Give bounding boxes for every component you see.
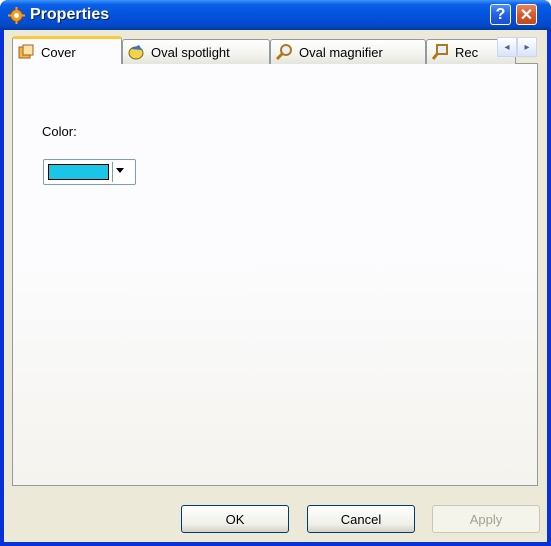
spotlight-icon: [128, 45, 144, 60]
help-icon: ?: [495, 5, 506, 23]
tab-cover[interactable]: Cover: [12, 36, 122, 64]
tab-scroll-buttons: ◂ ▸: [497, 37, 537, 57]
tab-label: Rec: [455, 44, 479, 60]
tab-strip: Cover Oval spotlight Oval magnifier Rec: [12, 36, 538, 64]
chevron-down-icon[interactable]: [116, 168, 124, 173]
window-title: Properties: [30, 6, 110, 23]
tab-panel-cover: [12, 63, 538, 486]
close-icon: ✕: [519, 6, 534, 24]
help-button[interactable]: ?: [490, 4, 511, 25]
rect-magnifier-icon: [431, 44, 448, 60]
gear-icon: [8, 7, 25, 24]
cancel-button[interactable]: Cancel: [307, 505, 415, 533]
color-picker-divider: [112, 162, 113, 182]
chevron-left-icon: ◂: [504, 41, 510, 53]
apply-button[interactable]: Apply: [432, 505, 540, 533]
tab-scroll-right-button[interactable]: ▸: [517, 37, 537, 57]
color-swatch: [48, 164, 109, 180]
close-button[interactable]: ✕: [516, 4, 537, 25]
window-frame-bottom: [0, 542, 551, 546]
title-bar[interactable]: Properties ? ✕: [0, 0, 551, 30]
properties-dialog: Properties ? ✕ Cover Oval spotlight Oval…: [0, 0, 551, 546]
tab-scroll-left-button[interactable]: ◂: [497, 37, 517, 57]
color-label: Color:: [42, 124, 77, 139]
tab-oval-magnifier[interactable]: Oval magnifier: [270, 39, 426, 64]
tab-oval-spotlight[interactable]: Oval spotlight: [122, 39, 270, 64]
window-frame-right: [547, 30, 551, 546]
tab-label: Oval magnifier: [299, 44, 383, 60]
color-picker[interactable]: [43, 159, 136, 185]
cover-icon: [18, 44, 34, 59]
chevron-right-icon: ▸: [524, 41, 530, 53]
tab-label: Cover: [41, 44, 76, 60]
ok-button[interactable]: OK: [181, 505, 289, 533]
tab-label: Oval spotlight: [151, 44, 230, 60]
magnifier-icon: [275, 44, 292, 61]
